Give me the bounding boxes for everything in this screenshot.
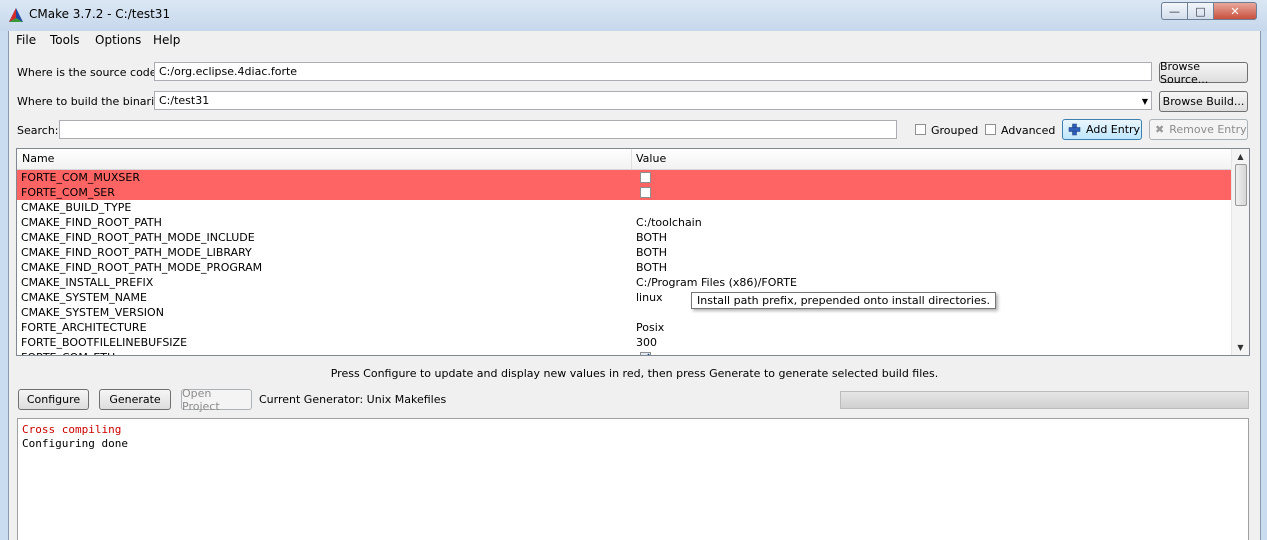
row-name: CMAKE_FIND_ROOT_PATH xyxy=(21,216,162,229)
table-row[interactable]: CMAKE_BUILD_TYPE xyxy=(17,200,1232,215)
menu-options[interactable]: Options xyxy=(95,33,141,47)
row-checkbox[interactable] xyxy=(640,172,651,183)
configure-hint: Press Configure to update and display ne… xyxy=(330,367,939,380)
cache-table[interactable]: Name Value FORTE_COM_MUXSER FORTE_COM_SER… xyxy=(16,148,1250,356)
check-icon xyxy=(647,353,650,355)
table-row[interactable]: FORTE_ARCHITECTURE Posix xyxy=(17,320,1232,335)
checked-checkbox[interactable] xyxy=(640,352,651,355)
main-window: File Tools Options Help Where is the sou… xyxy=(8,31,1261,540)
browse-source-button[interactable]: Browse Source... xyxy=(1159,60,1248,86)
tooltip: Install path prefix, prepended onto inst… xyxy=(691,292,996,309)
plus-icon xyxy=(1068,123,1081,136)
window-controls: — □ ✕ xyxy=(1161,2,1257,20)
row-value: BOTH xyxy=(636,231,668,244)
remove-icon: ✖ xyxy=(1155,123,1165,136)
grouped-label: Grouped xyxy=(931,124,979,137)
row-value: BOTH xyxy=(636,261,668,274)
row-value: linux xyxy=(636,291,663,304)
scroll-down-icon[interactable]: ▼ xyxy=(1232,340,1249,355)
row-name: FORTE_BOOTFILELINEBUFSIZE xyxy=(21,336,188,349)
menu-bar: File Tools Options Help xyxy=(9,31,1260,50)
configure-button[interactable]: Configure xyxy=(18,389,89,410)
minimize-button[interactable]: — xyxy=(1161,2,1187,20)
table-row[interactable]: FORTE_COM_ETH xyxy=(17,350,1232,355)
source-label: Where is the source code: xyxy=(17,66,161,79)
generate-button[interactable]: Generate xyxy=(99,389,171,410)
search-label: Search: xyxy=(17,124,59,137)
title-bar: CMake 3.7.2 - C:/test31 — □ ✕ xyxy=(0,0,1267,31)
row-value: Posix xyxy=(636,321,665,334)
table-row[interactable]: FORTE_COM_SER xyxy=(17,185,1232,200)
source-input[interactable]: C:/org.eclipse.4diac.forte xyxy=(154,62,1152,81)
table-row[interactable]: CMAKE_SYSTEM_NAME linux xyxy=(17,290,1232,305)
table-row[interactable]: CMAKE_INSTALL_PREFIX C:/Program Files (x8… xyxy=(17,275,1232,290)
row-name: CMAKE_SYSTEM_VERSION xyxy=(21,306,164,319)
menu-tools[interactable]: Tools xyxy=(50,33,80,47)
table-row[interactable]: CMAKE_FIND_ROOT_PATH_MODE_LIBRARY BOTH xyxy=(17,245,1232,260)
output-line: Cross compiling xyxy=(22,423,122,436)
row-value: C:/Program Files (x86)/FORTE xyxy=(636,276,797,289)
progress-bar xyxy=(840,391,1249,409)
row-name: CMAKE_INSTALL_PREFIX xyxy=(21,276,154,289)
maximize-button[interactable]: □ xyxy=(1187,2,1213,20)
row-name: CMAKE_SYSTEM_NAME xyxy=(21,291,147,304)
row-value: BOTH xyxy=(636,246,668,259)
search-input[interactable] xyxy=(59,120,897,139)
scroll-up-icon[interactable]: ▲ xyxy=(1232,149,1249,164)
add-entry-button[interactable]: Add Entry xyxy=(1062,119,1142,140)
advanced-checkbox[interactable] xyxy=(985,124,996,135)
row-name: FORTE_ARCHITECTURE xyxy=(21,321,147,334)
column-divider[interactable] xyxy=(631,149,632,169)
row-name: CMAKE_FIND_ROOT_PATH_MODE_LIBRARY xyxy=(21,246,252,259)
table-header: Name Value xyxy=(17,149,1232,170)
table-row[interactable]: FORTE_COM_MUXSER xyxy=(17,170,1232,185)
build-combo-value: C:/test31 xyxy=(159,94,210,107)
row-checkbox[interactable] xyxy=(640,187,651,198)
table-row[interactable]: CMAKE_SYSTEM_VERSION xyxy=(17,305,1232,320)
row-name: FORTE_COM_MUXSER xyxy=(21,171,140,184)
vertical-scrollbar[interactable]: ▲ ▼ xyxy=(1231,149,1249,355)
row-value: C:/toolchain xyxy=(636,216,702,229)
browse-build-button[interactable]: Browse Build... xyxy=(1159,91,1248,112)
column-value-header[interactable]: Value xyxy=(636,152,666,165)
build-combo[interactable]: C:/test31 ▼ xyxy=(154,91,1152,110)
table-row[interactable]: CMAKE_FIND_ROOT_PATH_MODE_INCLUDE BOTH xyxy=(17,230,1232,245)
build-label: Where to build the binaries: xyxy=(17,95,171,108)
row-value: 300 xyxy=(636,336,657,349)
scroll-thumb[interactable] xyxy=(1235,164,1247,206)
row-name: CMAKE_FIND_ROOT_PATH_MODE_INCLUDE xyxy=(21,231,255,244)
output-log[interactable]: Cross compiling Configuring done xyxy=(17,418,1249,540)
open-project-button[interactable]: Open Project xyxy=(181,387,252,413)
row-name: FORTE_COM_SER xyxy=(21,186,115,199)
menu-help[interactable]: Help xyxy=(153,33,180,47)
remove-entry-label: Remove Entry xyxy=(1169,123,1247,136)
menu-file[interactable]: File xyxy=(16,33,36,47)
column-name-header[interactable]: Name xyxy=(22,152,54,165)
row-name: CMAKE_BUILD_TYPE xyxy=(21,201,132,214)
chevron-down-icon[interactable]: ▼ xyxy=(1142,95,1148,108)
row-name: CMAKE_FIND_ROOT_PATH_MODE_PROGRAM xyxy=(21,261,263,274)
add-entry-label: Add Entry xyxy=(1086,123,1141,136)
window-title: CMake 3.7.2 - C:/test31 xyxy=(29,7,171,21)
table-row[interactable]: CMAKE_FIND_ROOT_PATH C:/toolchain xyxy=(17,215,1232,230)
close-button[interactable]: ✕ xyxy=(1213,2,1257,20)
remove-entry-button[interactable]: ✖ Remove Entry xyxy=(1149,119,1248,140)
row-name: FORTE_COM_ETH xyxy=(21,350,115,355)
table-row[interactable]: FORTE_BOOTFILELINEBUFSIZE 300 xyxy=(17,335,1232,350)
table-row[interactable]: CMAKE_FIND_ROOT_PATH_MODE_PROGRAM BOTH xyxy=(17,260,1232,275)
output-line: Configuring done xyxy=(22,437,128,450)
generator-label: Current Generator: Unix Makefiles xyxy=(259,393,447,406)
cmake-logo-icon xyxy=(9,8,23,22)
grouped-checkbox[interactable] xyxy=(915,124,926,135)
advanced-label: Advanced xyxy=(1001,124,1056,137)
